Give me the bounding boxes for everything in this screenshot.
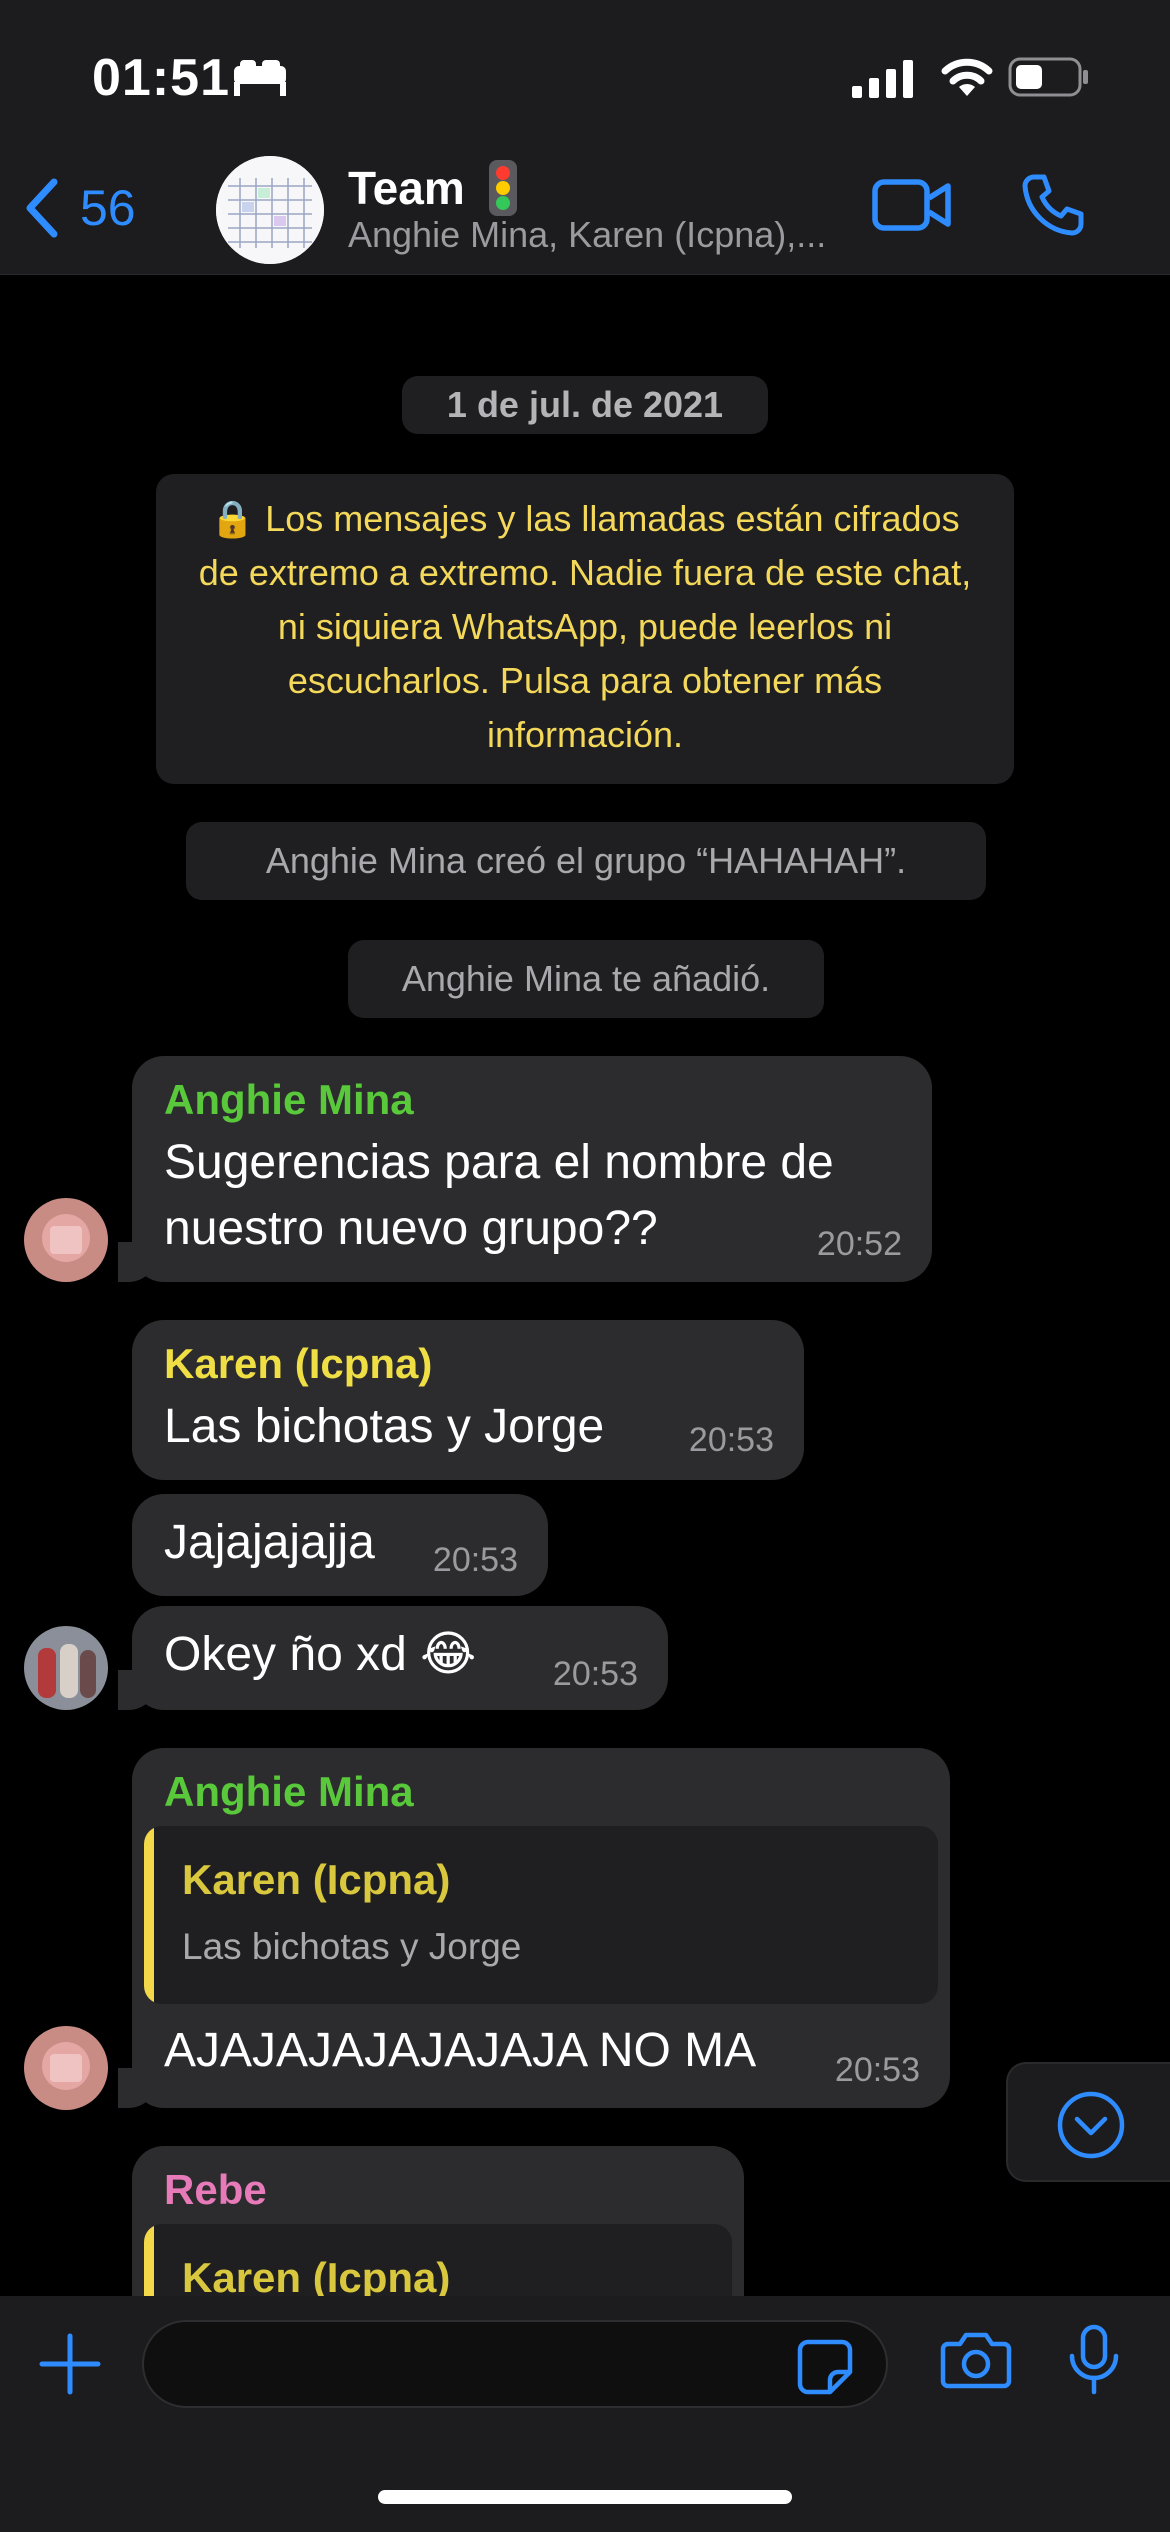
home-indicator[interactable] (378, 2490, 792, 2504)
group-avatar[interactable] (216, 156, 324, 264)
message-sender: Rebe (164, 2166, 267, 2213)
traffic-light-icon (488, 160, 517, 216)
message-time: 20:53 (834, 2051, 920, 2089)
message-text: AJAJAJAJAJAJAJA NO MA (164, 2024, 757, 2077)
message-input[interactable] (142, 2320, 888, 2408)
wifi-icon (941, 58, 993, 96)
plus-icon[interactable] (38, 2332, 102, 2396)
quoted-message[interactable]: Karen (Icpna) Las bichotas y Jorge (144, 1826, 938, 2004)
chat-title[interactable]: Team (348, 158, 519, 218)
microphone-icon[interactable] (1066, 2324, 1122, 2396)
chevron-left-icon (26, 178, 58, 238)
sender-avatar[interactable] (24, 1626, 108, 1710)
chat-header: 56 Team Anghie Mina, Karen (Icpna),... (0, 150, 1170, 275)
chevron-down-circle-icon (1057, 2091, 1125, 2159)
sticker-icon[interactable] (796, 2338, 854, 2396)
cellular-signal-icon (852, 60, 913, 98)
message-time: 20:52 (816, 1225, 902, 1263)
encryption-notice[interactable]: 🔒 Los mensajes y las llamadas están cifr… (156, 474, 1014, 784)
group-photo-image (216, 156, 324, 264)
sender-avatar[interactable] (24, 1198, 108, 1282)
chat-participants[interactable]: Anghie Mina, Karen (Icpna),... (348, 214, 826, 256)
system-message: Anghie Mina creó el grupo “HAHAHAH”. (186, 822, 986, 900)
phone-call-icon[interactable] (1020, 172, 1086, 238)
quoted-sender: Karen (Icpna) (182, 1856, 451, 1903)
status-bar: 01:51 (0, 0, 1170, 150)
message-text: Sugerencias para el nombre de nuestro nu… (164, 1136, 834, 1255)
message-time: 20:53 (432, 1541, 518, 1579)
status-time: 01:51 (92, 49, 230, 107)
message-text: Las bichotas y Jorge (164, 1400, 605, 1453)
unread-count: 56 (80, 180, 136, 236)
chat-title-text: Team (348, 162, 465, 214)
message-bubble[interactable]: Okey ño xd 😂 20:53 (118, 1606, 668, 1710)
quoted-sender: Karen (Icpna) (182, 2254, 451, 2301)
battery-icon (1008, 57, 1088, 97)
message-text: Jajajajajja (164, 1516, 375, 1569)
message-bubble[interactable]: Karen (Icpna) Las bichotas y Jorge 20:53 (132, 1320, 804, 1480)
message-bubble[interactable]: Jajajajajja 20:53 (132, 1494, 548, 1596)
message-bubble[interactable]: Anghie Mina Sugerencias para el nombre d… (118, 1056, 932, 1282)
message-time: 20:53 (688, 1421, 774, 1459)
quote-accent-bar (144, 1826, 154, 2004)
message-time: 20:53 (552, 1655, 638, 1693)
camera-icon[interactable] (940, 2330, 1012, 2390)
scroll-to-bottom-button[interactable] (1006, 2062, 1170, 2182)
sender-avatar[interactable] (24, 2026, 108, 2110)
quoted-text: Las bichotas y Jorge (182, 1926, 522, 1967)
message-sender: Anghie Mina (164, 1076, 414, 1123)
message-bubble[interactable]: Anghie Mina Karen (Icpna) Las bichotas y… (118, 1748, 950, 2108)
message-sender: Anghie Mina (164, 1768, 414, 1815)
message-sender: Karen (Icpna) (164, 1340, 433, 1387)
bed-icon (234, 60, 286, 96)
back-button[interactable]: 56 (24, 178, 136, 238)
video-call-icon[interactable] (872, 176, 952, 234)
message-text: Okey ño xd 😂 (164, 1628, 477, 1681)
date-separator: 1 de jul. de 2021 (402, 376, 768, 434)
system-message: Anghie Mina te añadió. (348, 940, 824, 1018)
encryption-notice-text: 🔒 Los mensajes y las llamadas están cifr… (198, 498, 972, 755)
